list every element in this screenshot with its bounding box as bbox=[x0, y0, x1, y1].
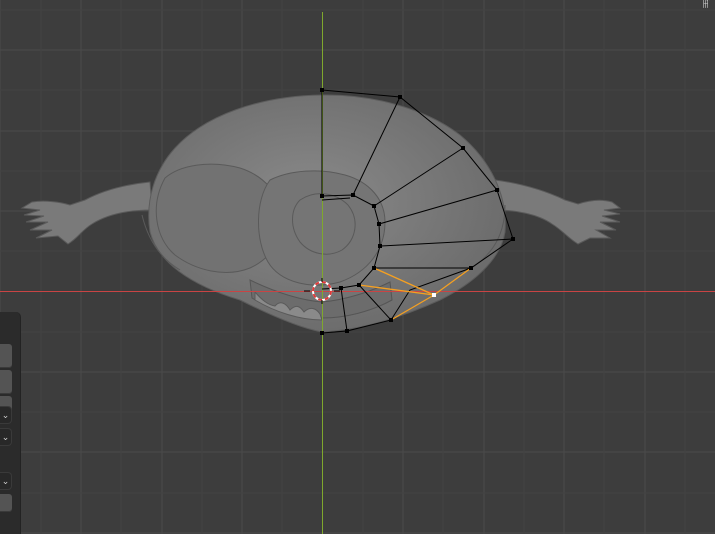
gizmo-toggle-icon[interactable]: ꂵ bbox=[691, 0, 711, 12]
chevron-down-icon: ⌄ bbox=[1, 477, 10, 487]
right-arm bbox=[494, 179, 622, 245]
viewport-canvas[interactable] bbox=[0, 0, 715, 534]
operator-panel[interactable]: ⌄ ⌄ ⌄ bbox=[0, 312, 21, 534]
active-vertex[interactable] bbox=[432, 293, 436, 297]
panel-button-1[interactable] bbox=[0, 344, 12, 368]
3d-viewport[interactable]: ꂵ ⌄ ⌄ ⌄ bbox=[0, 0, 715, 534]
chevron-down-icon: ⌄ bbox=[1, 433, 10, 443]
panel-dropdown-2[interactable]: ⌄ bbox=[0, 428, 12, 446]
panel-dropdown-1[interactable]: ⌄ bbox=[0, 406, 12, 424]
chevron-down-icon: ⌄ bbox=[1, 411, 10, 421]
panel-dropdown-3[interactable]: ⌄ bbox=[0, 472, 12, 490]
panel-button-2[interactable] bbox=[0, 370, 12, 394]
panel-button-4[interactable] bbox=[0, 494, 12, 512]
